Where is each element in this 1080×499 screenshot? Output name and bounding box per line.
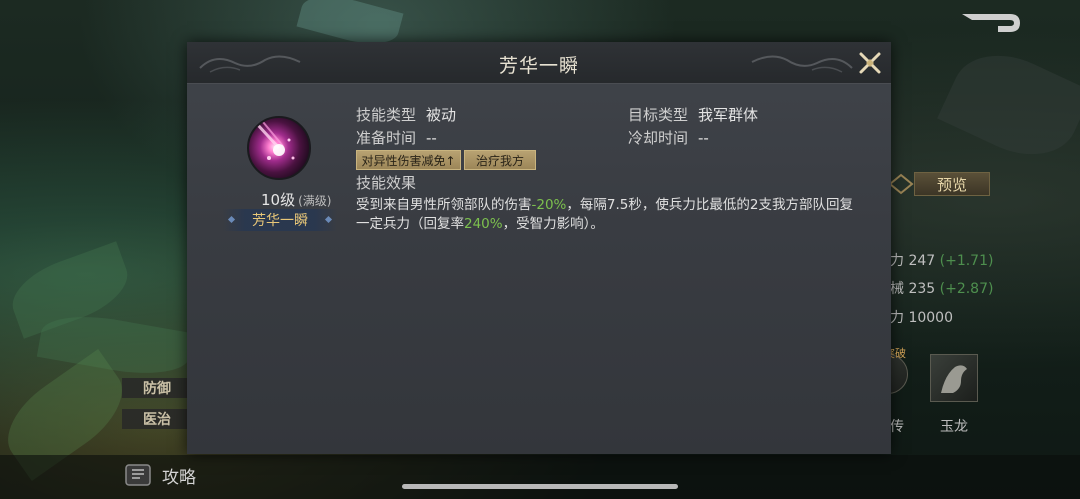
skill-type-value: 被动 bbox=[426, 106, 457, 124]
skill-slot-label: 玉龙 bbox=[940, 419, 968, 435]
ornament-icon bbox=[888, 173, 914, 195]
preview-button[interactable]: 预览 bbox=[914, 172, 990, 196]
target-type-row: 目标类型 我军群体 bbox=[628, 104, 758, 125]
level-text: 10级 bbox=[261, 191, 296, 209]
dialog-title: 芳华一瞬 bbox=[498, 55, 579, 77]
horse-icon bbox=[941, 365, 967, 393]
skill-name: 芳华一瞬 bbox=[252, 213, 308, 229]
stat-value: 械 235 bbox=[890, 281, 936, 297]
tab-defense[interactable]: 防御 bbox=[122, 378, 192, 398]
cooldown-value: -- bbox=[698, 129, 709, 147]
return-arrow-icon bbox=[962, 14, 1020, 32]
skill-level: 10级 (满级) bbox=[261, 189, 331, 210]
skill-detail-dialog: 芳华一瞬 10级 (满级) 芳华一瞬 技能类型 被动 目标类型 我军群体 准备时间 -- bbox=[187, 42, 891, 454]
prep-time-value: -- bbox=[426, 129, 437, 147]
skill-tag: 治疗我方 bbox=[464, 150, 536, 170]
effect-text: ，受智力影响）。 bbox=[502, 216, 604, 232]
book-icon bbox=[125, 464, 151, 486]
target-type-label: 目标类型 bbox=[628, 106, 689, 124]
stat-value: 力 10000 bbox=[890, 310, 953, 326]
skill-type-label: 技能类型 bbox=[356, 106, 417, 124]
guide-button[interactable]: 攻略 bbox=[124, 462, 196, 488]
stat-bonus: (+2.87) bbox=[939, 281, 994, 297]
cooldown-label: 冷却时间 bbox=[628, 129, 689, 147]
stat-bonus: (+1.71) bbox=[939, 253, 994, 269]
effect-value: 240% bbox=[464, 216, 503, 232]
diamond-icon bbox=[227, 215, 236, 224]
stat-row: 力 247 (+1.71) bbox=[890, 250, 993, 270]
guide-label: 攻略 bbox=[162, 467, 196, 488]
dialog-header: 芳华一瞬 bbox=[187, 42, 891, 84]
target-type-value: 我军群体 bbox=[698, 106, 759, 124]
effect-value: -20% bbox=[531, 197, 567, 213]
skill-name-tag: 芳华一瞬 bbox=[223, 209, 337, 231]
effect-text: 受到来自男性所领部队的伤害 bbox=[356, 197, 532, 213]
meteor-skill-icon bbox=[247, 116, 311, 180]
foliage bbox=[937, 36, 1080, 174]
close-icon[interactable] bbox=[857, 50, 883, 76]
prep-time-label: 准备时间 bbox=[356, 129, 417, 147]
cooldown-row: 冷却时间 -- bbox=[628, 127, 709, 148]
effect-title: 技能效果 bbox=[356, 174, 417, 192]
home-indicator[interactable] bbox=[402, 484, 678, 489]
back-button[interactable] bbox=[958, 10, 1024, 36]
skill-slot-yulong[interactable] bbox=[930, 354, 978, 402]
skill-slot-label: 传 bbox=[890, 419, 904, 435]
stat-row: 械 235 (+2.87) bbox=[890, 278, 993, 298]
effect-description: 受到来自男性所领部队的伤害-20%，每隔7.5秒，使兵力比最低的2支我方部队回复… bbox=[356, 196, 866, 234]
skill-tag: 对异性伤害减免↑ bbox=[356, 150, 461, 170]
stat-row: 力 10000 bbox=[890, 307, 953, 327]
stat-value: 力 247 bbox=[890, 253, 936, 269]
tab-heal[interactable]: 医治 bbox=[122, 409, 192, 429]
prep-time-row: 准备时间 -- bbox=[356, 127, 437, 148]
skill-type-row: 技能类型 被动 bbox=[356, 104, 456, 125]
diamond-icon bbox=[324, 215, 333, 224]
foliage bbox=[36, 307, 194, 383]
max-level-text: (满级) bbox=[298, 194, 332, 208]
